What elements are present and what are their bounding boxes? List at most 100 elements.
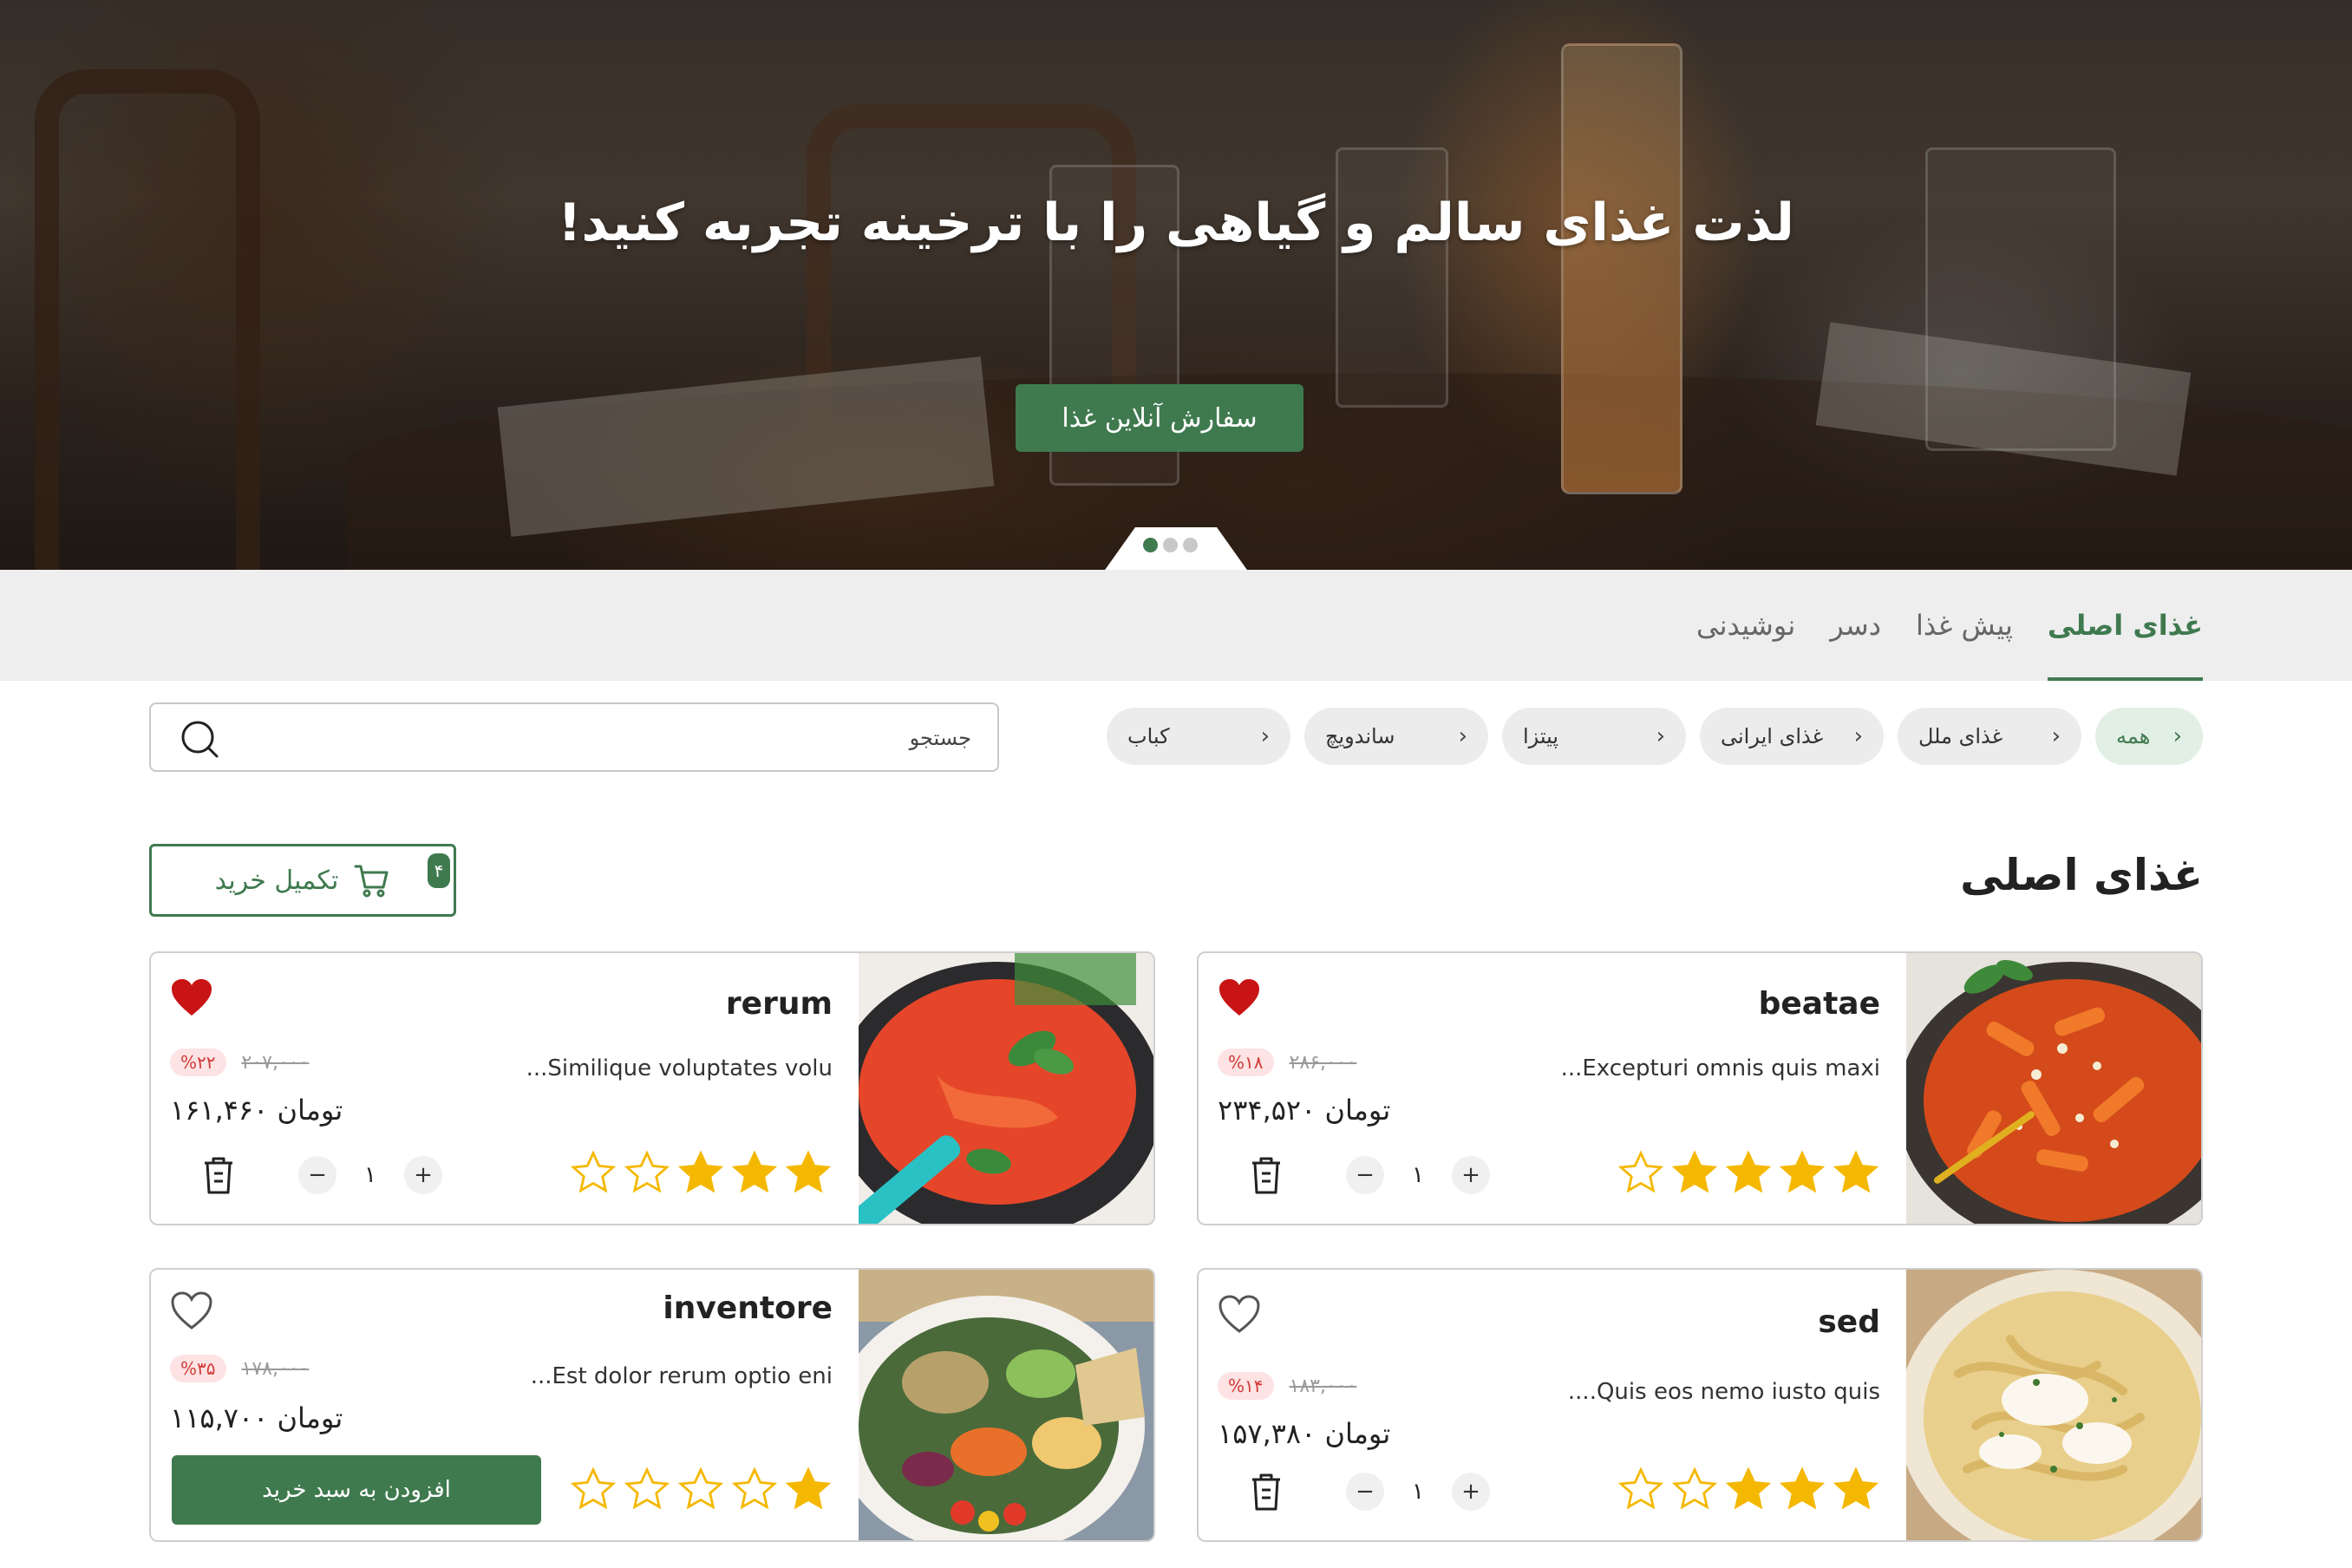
currency-label: تومان [1324, 1417, 1391, 1450]
hero-banner: لذت غذای سالم و گیاهی را با ترخینه تجربه… [0, 0, 2352, 570]
rating-stars[interactable] [569, 1149, 833, 1198]
heart-filled-icon[interactable] [170, 977, 213, 1017]
search-input[interactable] [238, 716, 971, 760]
heart-filled-icon[interactable] [1218, 977, 1261, 1017]
star-outline-icon[interactable] [623, 1149, 671, 1198]
rating-stars[interactable] [1617, 1466, 1880, 1514]
category-chip-iranian[interactable]: غذای ایرانی ‹ [1700, 708, 1884, 765]
star-filled-icon[interactable] [1724, 1149, 1773, 1198]
slider-dot[interactable] [1163, 538, 1178, 552]
chevron-left-icon: ‹ [1853, 723, 1863, 749]
currency-label: تومان [277, 1401, 343, 1434]
hero-overlay [0, 0, 2352, 570]
product-name[interactable]: beatae [1759, 986, 1880, 1022]
category-chip-label: کباب [1127, 724, 1170, 748]
product-name[interactable]: inventore [663, 1290, 833, 1326]
price-row: %۲۲ ۲۰۷,۰۰۰ [170, 1049, 309, 1076]
old-price: ۲۰۷,۰۰۰ [241, 1051, 310, 1074]
category-chip-label: ساندویچ [1325, 724, 1395, 748]
decrease-button[interactable]: − [1346, 1156, 1384, 1194]
checkout-button[interactable]: تکمیل خرید ۴ [149, 844, 456, 917]
star-outline-icon[interactable] [730, 1466, 779, 1514]
star-filled-icon[interactable] [1670, 1149, 1719, 1198]
trash-icon[interactable] [1249, 1471, 1284, 1512]
increase-button[interactable]: + [1451, 1156, 1490, 1194]
product-name[interactable]: sed [1818, 1304, 1880, 1340]
category-chip-label: همه [2116, 724, 2151, 748]
product-card[interactable]: sed ....Quis eos nemo iusto quis %۱۴ ۱۸۳… [1197, 1268, 2203, 1542]
discount-badge: %۲۲ [170, 1049, 226, 1076]
star-filled-icon[interactable] [1778, 1466, 1826, 1514]
category-chip-kebab[interactable]: کباب ‹ [1107, 708, 1290, 765]
star-filled-icon[interactable] [676, 1149, 725, 1198]
increase-button[interactable]: + [1451, 1473, 1490, 1511]
page: لذت غذای سالم و گیاهی را با ترخینه تجربه… [0, 0, 2352, 1568]
star-outline-icon[interactable] [676, 1466, 725, 1514]
add-to-cart-button[interactable]: افزودن به سبد خرید [172, 1455, 541, 1525]
category-chip-label: پیتزا [1523, 724, 1559, 748]
tab-appetizer[interactable]: پیش غذا [1916, 570, 2013, 681]
quantity-value: ۱ [1412, 1162, 1424, 1188]
trash-icon[interactable] [1249, 1154, 1284, 1196]
category-chip-pizza[interactable]: پیتزا ‹ [1502, 708, 1686, 765]
chevron-left-icon: ‹ [2051, 723, 2061, 749]
rating-stars[interactable] [1617, 1149, 1880, 1198]
star-outline-icon[interactable] [623, 1466, 671, 1514]
heart-outline-icon[interactable] [1218, 1294, 1261, 1334]
search-icon[interactable] [179, 718, 220, 760]
product-card[interactable]: beatae ...Excepturi omnis quis maxi %۱۸ … [1197, 951, 2203, 1225]
old-price: ۱۷۸,۰۰۰ [241, 1357, 310, 1380]
category-chip-all[interactable]: همه ‹ [2095, 708, 2203, 765]
product-card[interactable]: inventore ...Est dolor rerum optio eni %… [149, 1268, 1155, 1542]
price-value: ۱۱۵,۷۰۰ [170, 1401, 269, 1434]
trash-icon[interactable] [201, 1154, 236, 1196]
rating-stars[interactable] [569, 1466, 833, 1514]
star-filled-icon[interactable] [1832, 1149, 1880, 1198]
product-card[interactable]: rerum ...Similique voluptates volu %۲۲ ۲… [149, 951, 1155, 1225]
product-description: ...Similique voluptates volu [526, 1055, 833, 1081]
tab-main-course[interactable]: غذای اصلی [2047, 570, 2204, 681]
decrease-button[interactable]: − [1346, 1473, 1384, 1511]
category-chip-sandwich[interactable]: ساندویچ ‹ [1304, 708, 1488, 765]
product-description: ...Est dolor rerum optio eni [530, 1363, 833, 1389]
search-box [149, 702, 999, 772]
slider-dots [1143, 538, 1198, 552]
menu-tabs: غذای اصلی پیش غذا دسر نوشیدنی [1696, 570, 2204, 681]
order-online-button[interactable]: سفارش آنلاین غذا [1016, 384, 1303, 452]
hero-title: لذت غذای سالم و گیاهی را با ترخینه تجربه… [558, 193, 1794, 253]
quantity-value: ۱ [364, 1162, 376, 1188]
star-outline-icon[interactable] [1617, 1149, 1665, 1198]
star-filled-icon[interactable] [1724, 1466, 1773, 1514]
discount-badge: %۱۴ [1218, 1372, 1274, 1400]
category-chip-label: غذای ملل [1918, 724, 2003, 748]
checkout-label: تکمیل خرید [214, 865, 339, 896]
star-outline-icon[interactable] [1617, 1466, 1665, 1514]
star-filled-icon[interactable] [784, 1466, 833, 1514]
currency-label: تومان [277, 1094, 343, 1127]
star-filled-icon[interactable] [730, 1149, 779, 1198]
tab-drinks[interactable]: نوشیدنی [1696, 570, 1795, 681]
cart-icon [354, 865, 389, 898]
heart-outline-icon[interactable] [170, 1290, 213, 1330]
star-filled-icon[interactable] [1778, 1149, 1826, 1198]
old-price: ۲۸۶,۰۰۰ [1289, 1051, 1357, 1074]
price: تومان ۱۱۵,۷۰۰ [170, 1401, 343, 1434]
menu-tabs-bar: غذای اصلی پیش غذا دسر نوشیدنی [0, 570, 2352, 681]
star-outline-icon[interactable] [1670, 1466, 1719, 1514]
food-image [859, 953, 1153, 1224]
star-outline-icon[interactable] [569, 1149, 617, 1198]
chevron-left-icon: ‹ [1656, 723, 1665, 749]
star-outline-icon[interactable] [569, 1466, 617, 1514]
chevron-left-icon: ‹ [1260, 723, 1270, 749]
tab-dessert[interactable]: دسر [1830, 570, 1881, 681]
category-chip-international[interactable]: غذای ملل ‹ [1898, 708, 2081, 765]
star-filled-icon[interactable] [1832, 1466, 1880, 1514]
chevron-left-icon: ‹ [2172, 723, 2182, 749]
increase-button[interactable]: + [403, 1156, 442, 1194]
slider-dot[interactable] [1143, 538, 1158, 552]
star-filled-icon[interactable] [784, 1149, 833, 1198]
price-row: %۱۸ ۲۸۶,۰۰۰ [1218, 1049, 1356, 1076]
slider-dot[interactable] [1183, 538, 1198, 552]
product-name[interactable]: rerum [726, 986, 833, 1022]
decrease-button[interactable]: − [298, 1156, 336, 1194]
